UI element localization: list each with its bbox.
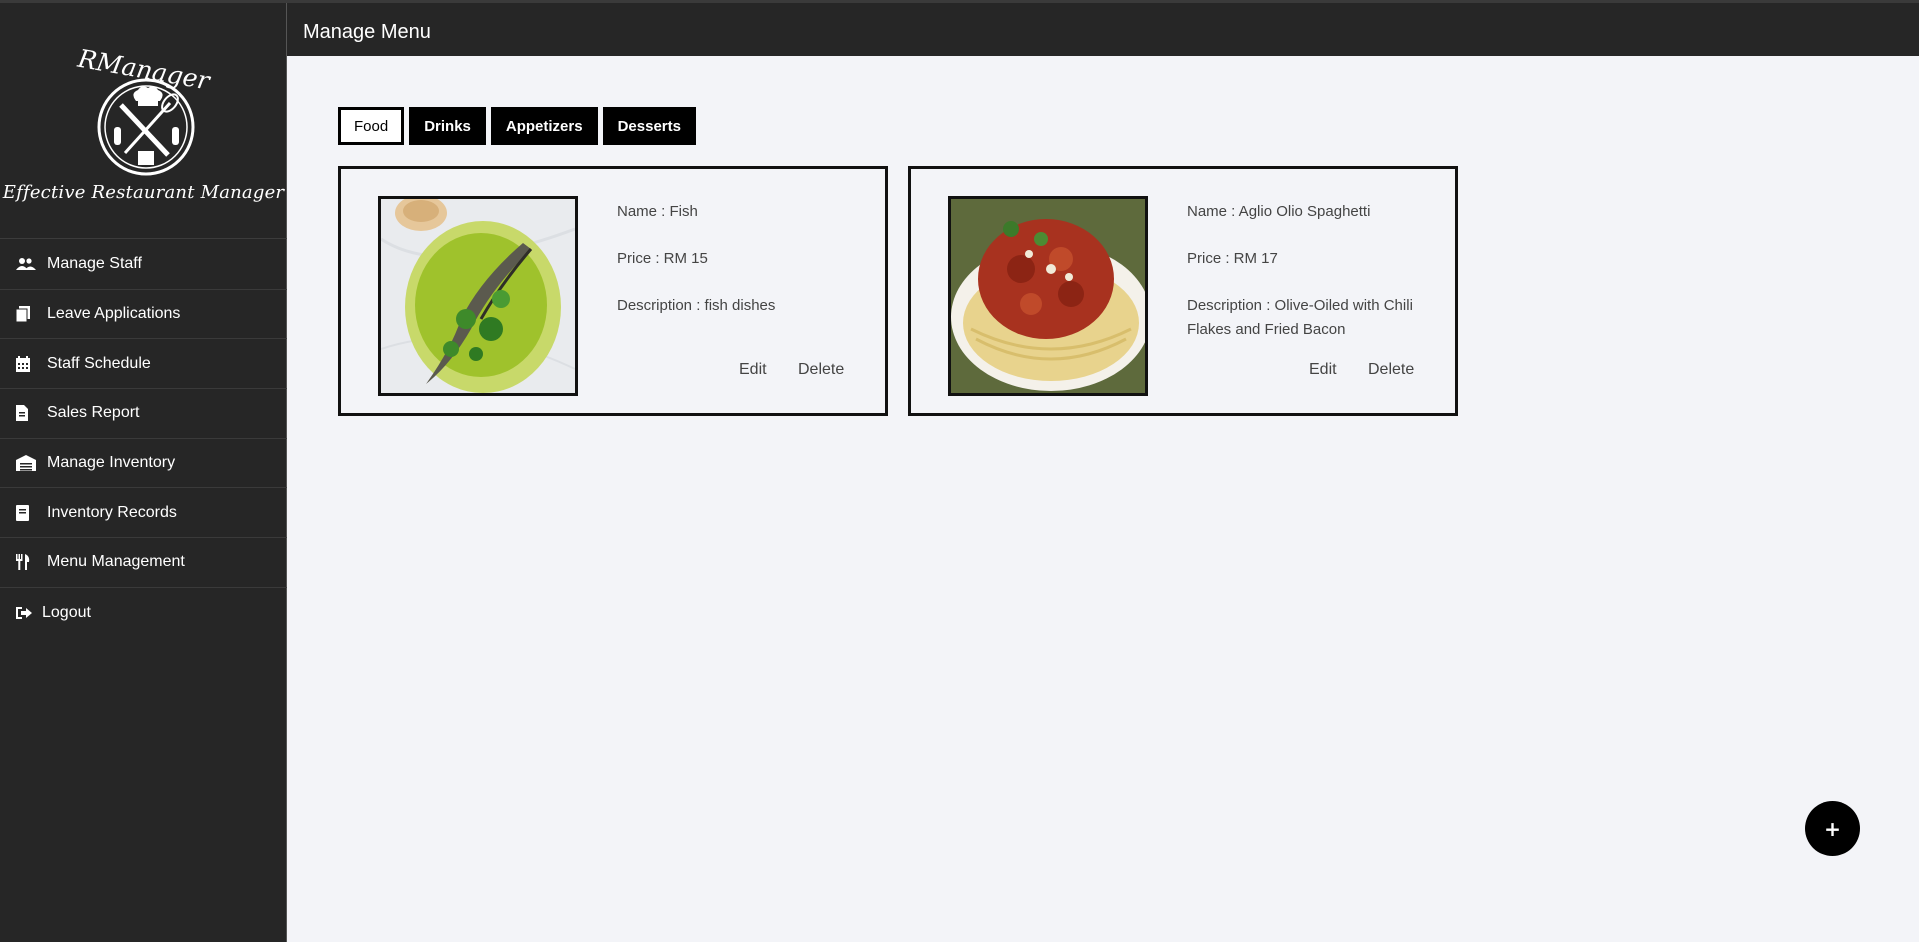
- users-icon: [16, 254, 36, 274]
- sidebar-item-label: Leave Applications: [47, 305, 181, 323]
- dish-photo-fish: [378, 196, 578, 396]
- book-icon: [16, 503, 36, 523]
- menu-item-card: Name : Fish Price : RM 15 Description : …: [338, 166, 888, 416]
- tab-appetizers[interactable]: Appetizers: [490, 107, 598, 145]
- sidebar-item-staff-schedule[interactable]: Staff Schedule: [0, 339, 287, 390]
- menu-item-actions: Delete: [1368, 361, 1414, 379]
- brand-logo[interactable]: RManager Effective Restaurant Manager: [0, 3, 287, 239]
- sidebar-item-manage-staff[interactable]: Manage Staff: [0, 240, 287, 290]
- sidebar-item-label: Inventory Records: [47, 503, 177, 521]
- page-title: Manage Menu: [303, 21, 431, 43]
- delete-button[interactable]: Delete: [798, 361, 844, 378]
- edit-button[interactable]: Edit: [739, 361, 767, 378]
- edit-button[interactable]: Edit: [1309, 361, 1337, 378]
- sidebar-item-sales-report[interactable]: Sales Report: [0, 389, 287, 439]
- menu-item-actions: Delete: [798, 361, 844, 379]
- sidebar-item-label: Staff Schedule: [47, 354, 151, 372]
- menu-item-info: Name : Aglio Olio Spaghetti Price : RM 1…: [1187, 200, 1447, 342]
- menu-item-name: Name : Aglio Olio Spaghetti: [1187, 203, 1371, 220]
- documents-icon: [16, 304, 36, 324]
- add-menu-item-button[interactable]: +: [1805, 801, 1860, 856]
- utensils-icon: [16, 552, 36, 572]
- tab-drinks[interactable]: Drinks: [409, 107, 486, 145]
- calendar-icon: [16, 354, 36, 374]
- top-header: Manage Menu: [287, 3, 1919, 56]
- menu-item-actions: Edit: [739, 361, 767, 379]
- menu-item-description: Description : Olive-Oiled with Chili Fla…: [1187, 297, 1413, 338]
- menu-item-description: Description : fish dishes: [617, 297, 776, 314]
- plus-icon: +: [1824, 816, 1841, 841]
- sidebar-item-logout[interactable]: Logout: [0, 588, 287, 638]
- tab-food[interactable]: Food: [338, 107, 405, 145]
- sidebar-item-label: Manage Inventory: [47, 454, 176, 472]
- menu-item-price: Price : RM 15: [617, 250, 708, 267]
- logout-icon: [16, 603, 36, 623]
- warehouse-icon: [16, 453, 36, 473]
- sidebar-nav: Manage Staff Leave Applications Staff Sc…: [0, 240, 287, 638]
- tab-desserts[interactable]: Desserts: [602, 107, 696, 145]
- menu-item-info: Name : Fish Price : RM 15 Description : …: [617, 200, 877, 318]
- menu-item-price: Price : RM 17: [1187, 250, 1278, 267]
- category-tabs: Food Drinks Appetizers Desserts: [338, 107, 696, 145]
- sidebar-item-leave-applications[interactable]: Leave Applications: [0, 290, 287, 340]
- menu-item-card: Name : Aglio Olio Spaghetti Price : RM 1…: [908, 166, 1458, 416]
- brand-tagline: Effective Restaurant Manager: [2, 182, 285, 203]
- delete-button[interactable]: Delete: [1368, 361, 1414, 378]
- menu-item-name: Name : Fish: [617, 203, 698, 220]
- sidebar-item-menu-management[interactable]: Menu Management: [0, 538, 287, 588]
- sidebar-item-label: Menu Management: [47, 553, 185, 571]
- report-icon: [16, 403, 36, 423]
- sidebar-item-manage-inventory[interactable]: Manage Inventory: [0, 439, 287, 489]
- sidebar-item-label: Sales Report: [47, 404, 140, 422]
- sidebar: RManager Effective Restaurant Manager Ma…: [0, 3, 287, 942]
- menu-item-actions: Edit: [1309, 361, 1337, 379]
- sidebar-item-label: Logout: [42, 603, 91, 621]
- dish-photo-spaghetti: [948, 196, 1148, 396]
- sidebar-item-inventory-records[interactable]: Inventory Records: [0, 488, 287, 539]
- sidebar-item-label: Manage Staff: [47, 255, 142, 273]
